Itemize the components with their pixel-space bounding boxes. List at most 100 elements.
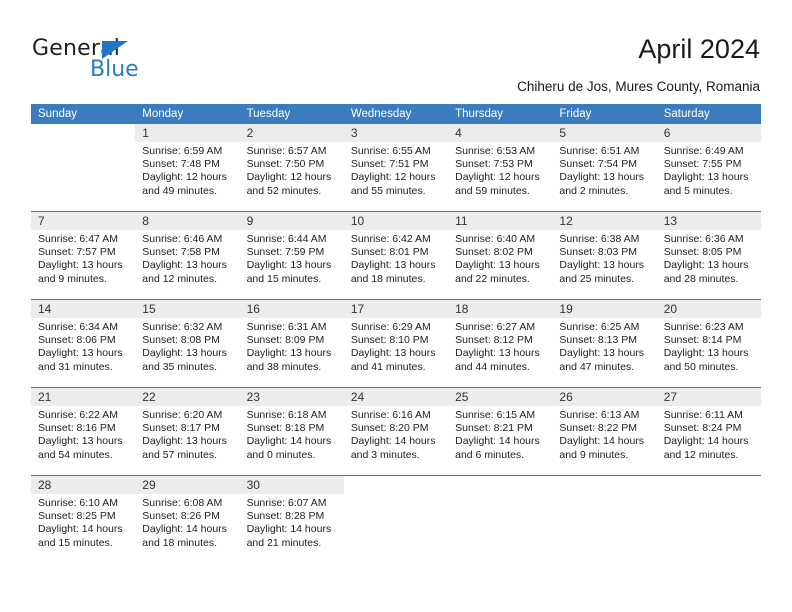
sunrise-text: Sunrise: 6:16 AM bbox=[350, 409, 431, 421]
sunrise-text: Sunrise: 6:53 AM bbox=[455, 145, 536, 157]
calendar-week-row: 28 Sunrise: 6:10 AM Sunset: 8:25 PM Dayligh… bbox=[31, 475, 761, 563]
day-details: Sunrise: 6:15 AM Sunset: 8:21 PM Daylight:… bbox=[448, 406, 552, 462]
daylight-text: Daylight: 13 hours bbox=[663, 171, 749, 184]
calendar-day-cell[interactable]: 14 Sunrise: 6:34 AM Sunset: 8:06 PM Dayligh… bbox=[31, 300, 136, 387]
weekday-header-saturday: Saturday bbox=[663, 108, 710, 120]
calendar-day-cell[interactable]: 2 Sunrise: 6:57 AM Sunset: 7:50 PM Daylight… bbox=[239, 124, 344, 211]
sunrise-text: Sunrise: 6:32 AM bbox=[142, 321, 223, 333]
calendar-day-cell[interactable]: 13 Sunrise: 6:36 AM Sunset: 8:05 PM Dayligh… bbox=[656, 212, 761, 299]
sunrise-text: Sunrise: 6:07 AM bbox=[246, 497, 327, 509]
daylight-text: Daylight: 13 hours bbox=[559, 347, 645, 360]
daylight-text-cont: and 6 minutes. bbox=[455, 448, 525, 461]
calendar-day-cell-empty bbox=[552, 476, 657, 563]
day-details: Sunrise: 6:25 AM Sunset: 8:13 PM Daylight:… bbox=[552, 318, 656, 374]
day-number: 3 bbox=[343, 124, 449, 142]
sunset-text: Sunset: 8:12 PM bbox=[455, 334, 533, 347]
calendar-day-cell[interactable]: 24 Sunrise: 6:16 AM Sunset: 8:20 PM Dayligh… bbox=[343, 388, 449, 475]
calendar-day-cell[interactable]: 28 Sunrise: 6:10 AM Sunset: 8:25 PM Dayligh… bbox=[31, 476, 136, 563]
calendar-week-cells: 7 Sunrise: 6:47 AM Sunset: 7:57 PM Daylight… bbox=[31, 212, 761, 299]
calendar-day-cell[interactable]: 4 Sunrise: 6:53 AM Sunset: 7:53 PM Daylight… bbox=[448, 124, 553, 211]
calendar-day-cell[interactable]: 30 Sunrise: 6:07 AM Sunset: 8:28 PM Dayligh… bbox=[239, 476, 344, 563]
sunrise-text: Sunrise: 6:18 AM bbox=[246, 409, 327, 421]
sunrise-text: Sunrise: 6:10 AM bbox=[38, 497, 118, 509]
daylight-text: Daylight: 13 hours bbox=[38, 435, 123, 448]
daylight-text-cont: and 44 minutes. bbox=[455, 360, 530, 373]
day-details: Sunrise: 6:08 AM Sunset: 8:26 PM Daylight:… bbox=[135, 494, 239, 550]
calendar-day-cell-empty bbox=[656, 476, 761, 563]
daylight-text-cont: and 12 minutes. bbox=[142, 272, 217, 285]
sunset-text: Sunset: 8:13 PM bbox=[559, 334, 638, 347]
calendar-day-cell[interactable]: 22 Sunrise: 6:20 AM Sunset: 8:17 PM Dayligh… bbox=[135, 388, 240, 475]
sunrise-text: Sunrise: 6:38 AM bbox=[559, 233, 640, 245]
calendar-day-cell[interactable]: 29 Sunrise: 6:08 AM Sunset: 8:26 PM Dayligh… bbox=[135, 476, 240, 563]
day-details: Sunrise: 6:44 AM Sunset: 7:59 PM Daylight:… bbox=[240, 230, 344, 286]
calendar-week-row: 7 Sunrise: 6:47 AM Sunset: 7:57 PM Daylight… bbox=[31, 211, 761, 299]
daylight-text: Daylight: 13 hours bbox=[559, 171, 645, 184]
daylight-text-cont: and 9 minutes. bbox=[38, 272, 107, 285]
calendar-day-cell[interactable]: 26 Sunrise: 6:13 AM Sunset: 8:22 PM Dayligh… bbox=[552, 388, 657, 475]
daylight-text: Daylight: 14 hours bbox=[455, 435, 540, 448]
day-number bbox=[448, 476, 553, 494]
day-details: Sunrise: 6:49 AM Sunset: 7:55 PM Daylight:… bbox=[657, 142, 761, 198]
generalblue-logo[interactable]: General Blue bbox=[32, 36, 212, 88]
day-number: 12 bbox=[552, 212, 657, 230]
day-details: Sunrise: 6:29 AM Sunset: 8:10 PM Daylight:… bbox=[344, 318, 448, 374]
daylight-text-cont: and 2 minutes. bbox=[559, 184, 629, 197]
sunset-text: Sunset: 7:57 PM bbox=[38, 246, 116, 259]
day-number: 25 bbox=[448, 388, 553, 406]
daylight-text-cont: and 31 minutes. bbox=[38, 360, 113, 373]
calendar-day-cell[interactable]: 11 Sunrise: 6:40 AM Sunset: 8:02 PM Dayligh… bbox=[448, 212, 553, 299]
daylight-text-cont: and 54 minutes. bbox=[38, 448, 113, 461]
daylight-text-cont: and 15 minutes. bbox=[38, 536, 113, 549]
daylight-text: Daylight: 14 hours bbox=[38, 523, 123, 536]
calendar-day-cell[interactable]: 9 Sunrise: 6:44 AM Sunset: 7:59 PM Daylight… bbox=[239, 212, 344, 299]
daylight-text: Daylight: 13 hours bbox=[246, 259, 332, 272]
sunset-text: Sunset: 8:16 PM bbox=[38, 422, 116, 435]
day-details: Sunrise: 6:07 AM Sunset: 8:28 PM Daylight:… bbox=[240, 494, 344, 550]
day-number: 14 bbox=[31, 300, 136, 318]
calendar-day-cell[interactable]: 12 Sunrise: 6:38 AM Sunset: 8:03 PM Dayligh… bbox=[552, 212, 657, 299]
sunrise-text: Sunrise: 6:44 AM bbox=[246, 233, 327, 245]
sunrise-text: Sunrise: 6:57 AM bbox=[246, 145, 327, 157]
sunrise-text: Sunrise: 6:13 AM bbox=[559, 409, 640, 421]
calendar-day-cell[interactable]: 5 Sunrise: 6:51 AM Sunset: 7:54 PM Daylight… bbox=[552, 124, 657, 211]
calendar-day-cell[interactable]: 15 Sunrise: 6:32 AM Sunset: 8:08 PM Dayligh… bbox=[135, 300, 240, 387]
calendar-day-cell[interactable]: 25 Sunrise: 6:15 AM Sunset: 8:21 PM Dayligh… bbox=[448, 388, 553, 475]
calendar-day-cell[interactable]: 21 Sunrise: 6:22 AM Sunset: 8:16 PM Dayligh… bbox=[31, 388, 136, 475]
day-details: Sunrise: 6:34 AM Sunset: 8:06 PM Daylight:… bbox=[31, 318, 135, 374]
calendar-day-cell[interactable]: 20 Sunrise: 6:23 AM Sunset: 8:14 PM Dayligh… bbox=[656, 300, 761, 387]
calendar-day-cell[interactable]: 1 Sunrise: 6:59 AM Sunset: 7:48 PM Daylight… bbox=[135, 124, 240, 211]
weekday-header-thursday: Thursday bbox=[455, 108, 504, 120]
calendar-day-cell[interactable]: 6 Sunrise: 6:49 AM Sunset: 7:55 PM Daylight… bbox=[656, 124, 761, 211]
calendar-day-cell[interactable]: 19 Sunrise: 6:25 AM Sunset: 8:13 PM Dayligh… bbox=[552, 300, 657, 387]
calendar-day-cell[interactable]: 27 Sunrise: 6:11 AM Sunset: 8:24 PM Dayligh… bbox=[656, 388, 761, 475]
calendar-day-cell[interactable]: 23 Sunrise: 6:18 AM Sunset: 8:18 PM Dayligh… bbox=[239, 388, 344, 475]
calendar-day-cell[interactable]: 16 Sunrise: 6:31 AM Sunset: 8:09 PM Dayligh… bbox=[239, 300, 344, 387]
day-number: 6 bbox=[656, 124, 761, 142]
day-number: 23 bbox=[239, 388, 344, 406]
calendar-day-cell[interactable]: 17 Sunrise: 6:29 AM Sunset: 8:10 PM Dayligh… bbox=[343, 300, 449, 387]
calendar-day-cell[interactable]: 10 Sunrise: 6:42 AM Sunset: 8:01 PM Dayligh… bbox=[343, 212, 449, 299]
sunrise-text: Sunrise: 6:34 AM bbox=[38, 321, 118, 333]
day-number: 9 bbox=[239, 212, 344, 230]
daylight-text-cont: and 18 minutes. bbox=[142, 536, 217, 549]
sunset-text: Sunset: 7:58 PM bbox=[142, 246, 220, 259]
calendar-day-cell[interactable]: 7 Sunrise: 6:47 AM Sunset: 7:57 PM Daylight… bbox=[31, 212, 136, 299]
calendar-day-cell[interactable]: 18 Sunrise: 6:27 AM Sunset: 8:12 PM Dayligh… bbox=[448, 300, 553, 387]
sunset-text: Sunset: 8:08 PM bbox=[142, 334, 220, 347]
sunset-text: Sunset: 8:26 PM bbox=[142, 510, 220, 523]
day-number: 19 bbox=[552, 300, 657, 318]
daylight-text: Daylight: 12 hours bbox=[246, 171, 332, 184]
sunrise-text: Sunrise: 6:25 AM bbox=[559, 321, 640, 333]
daylight-text: Daylight: 13 hours bbox=[142, 259, 227, 272]
sunrise-text: Sunrise: 6:23 AM bbox=[663, 321, 744, 333]
day-details: Sunrise: 6:16 AM Sunset: 8:20 PM Daylight:… bbox=[344, 406, 448, 462]
sunset-text: Sunset: 7:55 PM bbox=[663, 158, 742, 171]
daylight-text: Daylight: 13 hours bbox=[350, 347, 436, 360]
calendar-week-cells: 21 Sunrise: 6:22 AM Sunset: 8:16 PM Dayligh… bbox=[31, 388, 761, 475]
daylight-text-cont: and 0 minutes. bbox=[246, 448, 316, 461]
day-details: Sunrise: 6:47 AM Sunset: 7:57 PM Daylight:… bbox=[31, 230, 135, 286]
calendar-day-cell[interactable]: 3 Sunrise: 6:55 AM Sunset: 7:51 PM Daylight… bbox=[343, 124, 449, 211]
calendar-day-cell[interactable]: 8 Sunrise: 6:46 AM Sunset: 7:58 PM Daylight… bbox=[135, 212, 240, 299]
calendar-week-cells: 14 Sunrise: 6:34 AM Sunset: 8:06 PM Dayligh… bbox=[31, 300, 761, 387]
